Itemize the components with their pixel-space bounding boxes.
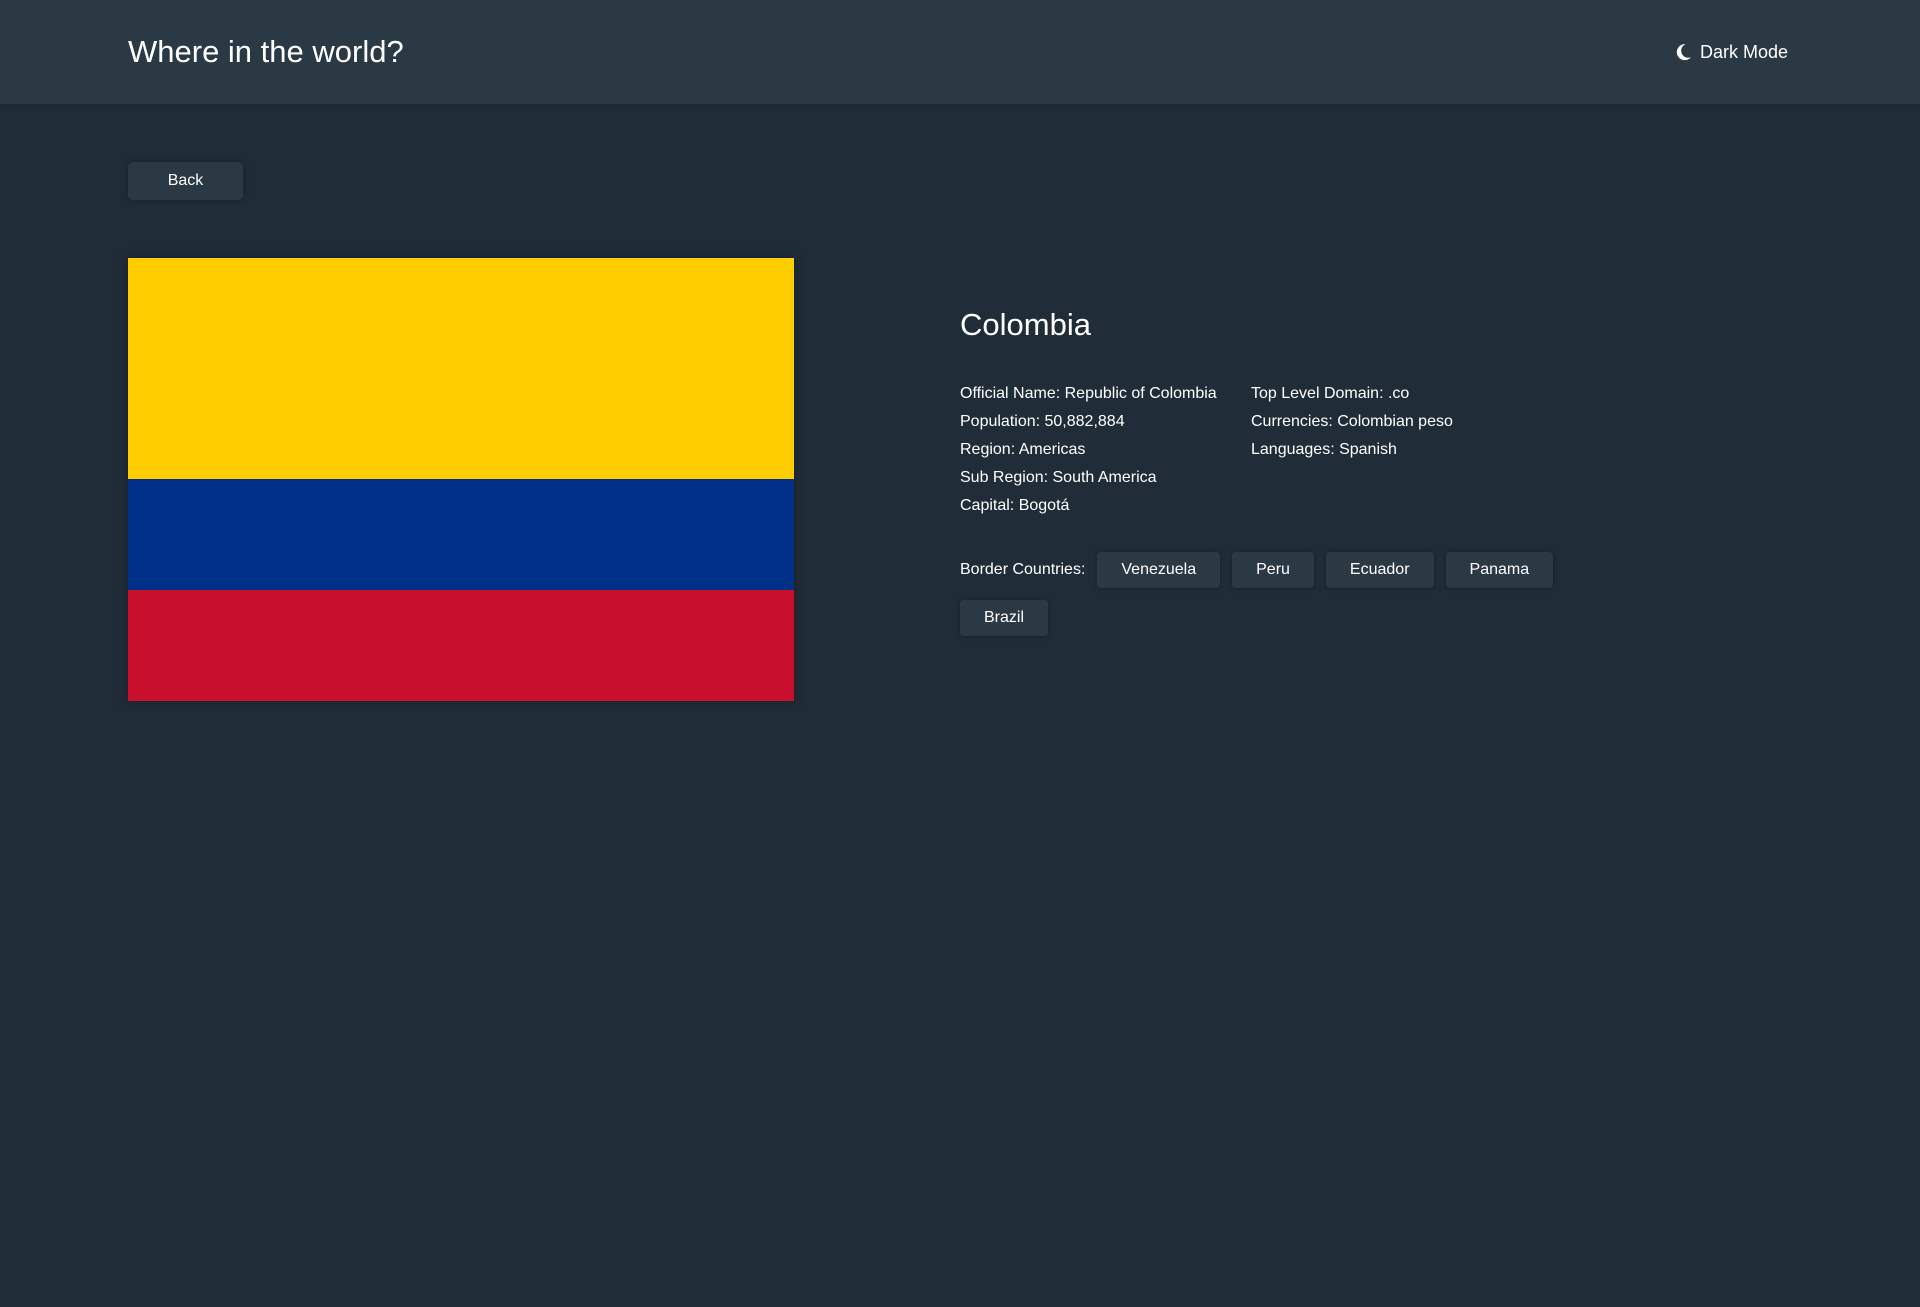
sub-region: Sub Region: South America [960, 469, 1157, 486]
flag-stripe-blue [128, 479, 794, 590]
app-title[interactable]: Where in the world? [128, 32, 404, 72]
flag-stripe-red [128, 590, 794, 701]
top-level-domain: Top Level Domain: .co [1251, 385, 1410, 402]
population: Population: 50,882,884 [960, 413, 1125, 430]
country-name: Colombia [960, 307, 1091, 342]
dark-mode-toggle[interactable]: Dark Mode [1676, 36, 1788, 68]
languages: Languages: Spanish [1251, 441, 1397, 458]
border-country-button[interactable]: Peru [1232, 552, 1314, 588]
moon-icon [1676, 44, 1691, 61]
border-country-button[interactable]: Brazil [960, 600, 1049, 636]
top-header: Where in the world? Dark Mode [0, 0, 1920, 104]
flag-stripe-yellow [128, 258, 794, 479]
back-button[interactable]: Back [128, 162, 243, 200]
border-country-button[interactable]: Ecuador [1325, 552, 1434, 588]
info-column-secondary: Top Level Domain: .co Currencies: Colomb… [1251, 380, 1453, 464]
region: Region: Americas [960, 441, 1086, 458]
capital: Capital: Bogotá [960, 497, 1070, 514]
border-countries: Border Countries: Venezuela Peru Ecuador… [960, 552, 1580, 636]
info-column-primary: Official Name: Republic of Colombia Popu… [960, 380, 1217, 520]
currencies: Currencies: Colombian peso [1251, 413, 1453, 430]
border-countries-label: Border Countries: [960, 561, 1086, 578]
border-country-button[interactable]: Venezuela [1097, 552, 1221, 588]
official-name: Official Name: Republic of Colombia [960, 385, 1217, 402]
border-country-button[interactable]: Panama [1445, 552, 1554, 588]
country-flag [128, 258, 794, 701]
dark-mode-label: Dark Mode [1699, 41, 1788, 62]
